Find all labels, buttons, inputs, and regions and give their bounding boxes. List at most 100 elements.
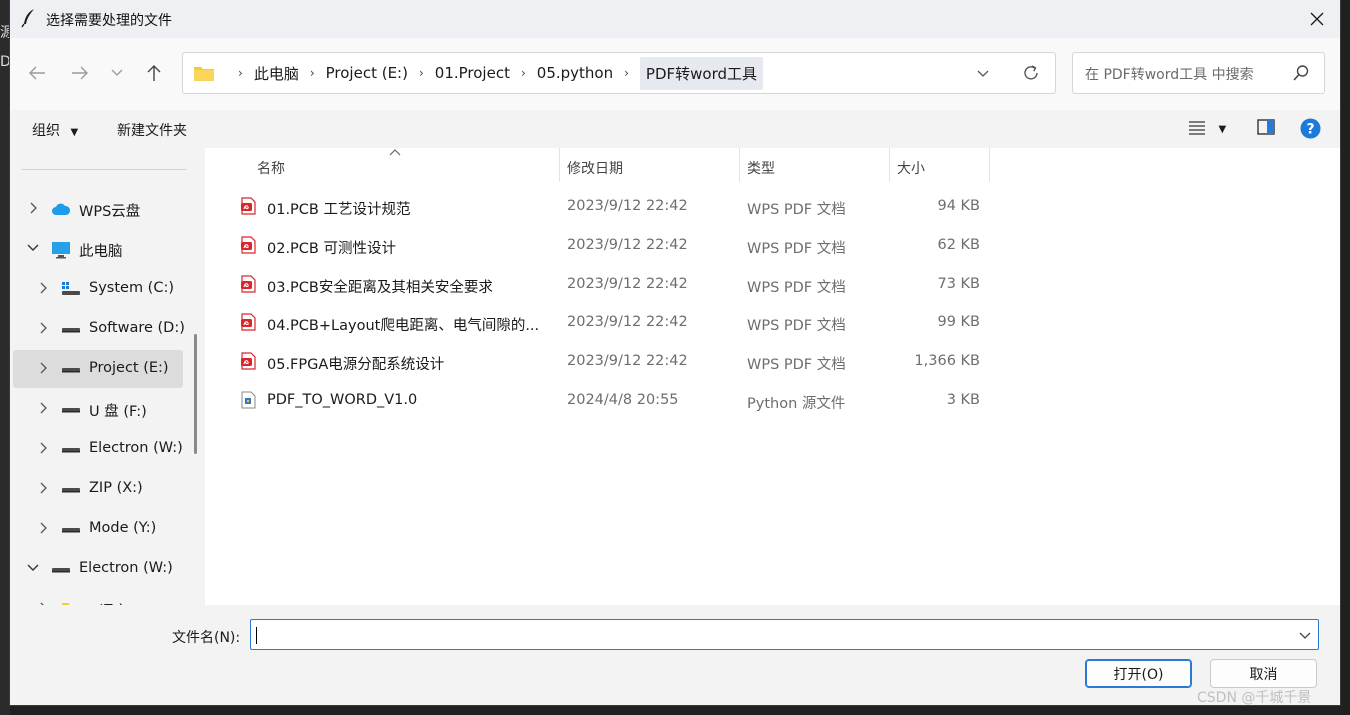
pdf-file-icon bbox=[240, 352, 256, 374]
file-modified: 2023/9/12 22:42 bbox=[567, 275, 688, 292]
sort-ascending-icon bbox=[389, 149, 401, 156]
forward-button[interactable] bbox=[65, 58, 95, 88]
file-name: 05.FPGA电源分配系统设计 bbox=[267, 357, 445, 374]
feather-icon bbox=[21, 9, 34, 28]
view-options-button[interactable]: ▼ bbox=[1188, 119, 1226, 139]
column-divider[interactable] bbox=[739, 148, 740, 182]
refresh-icon bbox=[1024, 65, 1038, 80]
sidebar-item[interactable]: ZIP (X:) bbox=[13, 470, 183, 508]
file-name: 04.PCB+Layout爬电距离、电气间隙的... bbox=[267, 318, 540, 335]
watermark: CSDN @千城千景 bbox=[1197, 690, 1312, 706]
column-header-name[interactable]: 名称 bbox=[257, 158, 285, 188]
file-name: 02.PCB 可测性设计 bbox=[267, 240, 396, 257]
sidebar-scrollbar[interactable] bbox=[194, 334, 197, 454]
breadcrumb-item[interactable]: 此电脑 bbox=[254, 63, 299, 84]
sidebar-item-label: Project (E:) bbox=[89, 360, 169, 376]
up-button[interactable] bbox=[139, 58, 169, 88]
new-folder-button[interactable]: 新建文件夹 bbox=[117, 120, 187, 140]
chevron-right-icon[interactable] bbox=[37, 322, 49, 336]
drive-icon bbox=[61, 481, 81, 501]
chevron-right-icon[interactable]: › bbox=[419, 66, 424, 80]
file-name-combobox[interactable] bbox=[250, 619, 1319, 650]
file-row[interactable]: PDF_TO_WORD_V1.0 2024/4/8 20:55 Python 源文件… bbox=[230, 382, 990, 420]
drive-icon bbox=[61, 321, 81, 341]
chevron-right-icon[interactable] bbox=[27, 202, 39, 216]
chevron-right-icon[interactable]: › bbox=[310, 66, 315, 80]
sidebar-item[interactable]: Electron (W:) bbox=[13, 550, 183, 588]
file-list[interactable]: 名称 修改日期 类型 大小 01.PCB 工艺设计规范 2023/9/12 22:… bbox=[205, 148, 1340, 605]
sidebar-item[interactable]: Project (E:) bbox=[13, 350, 183, 388]
help-button[interactable]: ? bbox=[1300, 118, 1321, 143]
drive-icon bbox=[61, 521, 81, 541]
caret-down-icon: ▼ bbox=[70, 127, 79, 138]
close-button[interactable] bbox=[1294, 0, 1340, 38]
back-button[interactable] bbox=[22, 58, 52, 88]
sidebar-item[interactable]: Software (D:) bbox=[13, 310, 185, 348]
file-size: 73 KB bbox=[937, 275, 980, 292]
file-row[interactable]: 04.PCB+Layout爬电距离、电气间隙的... 2023/9/12 22:4… bbox=[230, 304, 990, 342]
breadcrumb-current[interactable]: PDF转word工具 bbox=[639, 56, 764, 90]
file-modified: 2023/9/12 22:42 bbox=[567, 198, 688, 214]
chevron-down-icon[interactable] bbox=[27, 562, 39, 576]
column-header-modified[interactable]: 修改日期 bbox=[567, 158, 623, 188]
drive-icon bbox=[61, 401, 81, 421]
refresh-button[interactable] bbox=[1021, 63, 1041, 87]
address-bar[interactable]: › 此电脑 › Project (E:) › 01.Project › 05.p… bbox=[182, 52, 1056, 94]
search-box[interactable]: 在 PDF转word工具 中搜索 bbox=[1072, 52, 1325, 94]
file-row[interactable]: 02.PCB 可测性设计 2023/9/12 22:42 WPS PDF 文档 62 … bbox=[230, 227, 990, 265]
sidebar-item[interactable]: WPS云盘 bbox=[13, 190, 183, 228]
breadcrumb-item[interactable]: 05.python bbox=[537, 64, 613, 82]
cancel-button[interactable]: 取消 bbox=[1210, 659, 1317, 688]
sidebar-item[interactable]: System (C:) bbox=[13, 270, 183, 308]
chevron-right-icon[interactable] bbox=[37, 402, 49, 416]
chevron-right-icon[interactable] bbox=[37, 522, 49, 536]
chevron-down-icon[interactable] bbox=[27, 242, 39, 256]
arrow-left-icon bbox=[29, 66, 45, 80]
chevron-right-icon[interactable] bbox=[37, 362, 49, 376]
sidebar-item-label: 此电脑 bbox=[79, 244, 123, 260]
sidebar-item-label: Electron (W:) bbox=[79, 560, 173, 576]
chevron-right-icon[interactable] bbox=[37, 482, 49, 496]
file-row[interactable]: 03.PCB安全距离及其相关安全要求 2023/9/12 22:42 WPS PDF… bbox=[230, 266, 990, 304]
drive-icon bbox=[61, 441, 81, 461]
file-row[interactable]: 01.PCB 工艺设计规范 2023/9/12 22:42 WPS PDF 文档 94… bbox=[230, 188, 990, 226]
arrow-up-icon bbox=[147, 65, 161, 81]
open-button[interactable]: 打开(O) bbox=[1085, 659, 1192, 688]
sidebar-item[interactable]: Electron (W:) bbox=[13, 430, 183, 468]
breadcrumb-item[interactable]: 01.Project bbox=[435, 64, 510, 82]
pdf-file-icon bbox=[240, 274, 256, 297]
drive-icon bbox=[61, 361, 81, 381]
breadcrumb-item[interactable]: Project (E:) bbox=[326, 64, 408, 82]
pdf-file-icon bbox=[240, 313, 256, 335]
sidebar-item[interactable]: Mode (Y:) bbox=[13, 510, 183, 548]
file-row[interactable]: 05.FPGA电源分配系统设计 2023/9/12 22:42 WPS PDF 文档… bbox=[230, 343, 990, 381]
chevron-down-icon[interactable] bbox=[1298, 628, 1312, 642]
window-title: 选择需要处理的文件 bbox=[46, 13, 172, 29]
folder-icon bbox=[194, 67, 214, 81]
file-name: 03.PCB安全距离及其相关安全要求 bbox=[267, 279, 493, 296]
file-modified: 2023/9/12 22:42 bbox=[567, 236, 688, 253]
preview-pane-button[interactable] bbox=[1257, 119, 1275, 139]
navigation-pane[interactable]: WPS云盘此电脑 System (C:) Software (D:) Project … bbox=[10, 148, 205, 605]
sidebar-item[interactable]: U 盘 (F:) bbox=[13, 390, 183, 428]
file-type: Python 源文件 bbox=[747, 396, 846, 412]
search-input[interactable]: 在 PDF转word工具 中搜索 bbox=[1085, 64, 1254, 84]
sidebar-item[interactable]: C语言 bbox=[13, 590, 183, 605]
column-header-type[interactable]: 类型 bbox=[747, 158, 775, 188]
chevron-down-icon bbox=[111, 69, 123, 76]
column-divider[interactable] bbox=[989, 148, 990, 182]
address-history-button[interactable] bbox=[973, 63, 993, 87]
column-divider[interactable] bbox=[889, 148, 890, 182]
column-divider[interactable] bbox=[559, 148, 560, 182]
organize-button[interactable]: 组织 ▼ bbox=[32, 120, 78, 140]
chevron-right-icon[interactable]: › bbox=[624, 66, 629, 80]
column-header-size[interactable]: 大小 bbox=[897, 158, 925, 188]
recent-locations-button[interactable] bbox=[104, 58, 130, 88]
title-bar: 选择需要处理的文件 bbox=[10, 0, 1340, 38]
chevron-right-icon[interactable]: › bbox=[521, 66, 526, 80]
chevron-right-icon[interactable] bbox=[37, 282, 49, 296]
sidebar-item[interactable]: 此电脑 bbox=[13, 230, 183, 268]
search-icon bbox=[1293, 65, 1309, 81]
chevron-right-icon[interactable] bbox=[37, 442, 49, 456]
file-open-dialog: 选择需要处理的文件 › 此电脑 › Project (E:) › 01.Proj… bbox=[10, 0, 1340, 705]
